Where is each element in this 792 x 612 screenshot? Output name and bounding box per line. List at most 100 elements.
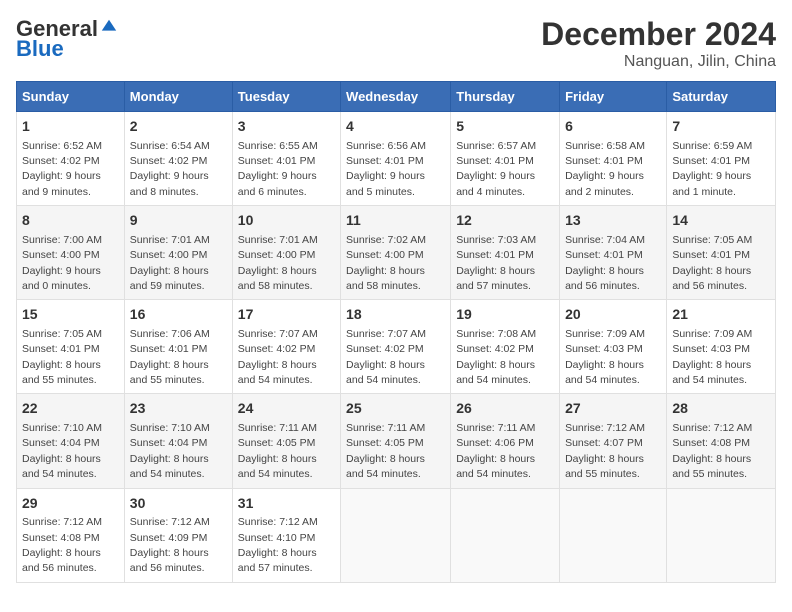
- day-number: 6: [565, 117, 661, 137]
- day-info: Sunrise: 6:55 AMSunset: 4:01 PMDaylight:…: [238, 140, 318, 198]
- calendar-cell: [560, 488, 667, 582]
- calendar-cell: 13 Sunrise: 7:04 AMSunset: 4:01 PMDaylig…: [560, 206, 667, 300]
- day-number: 4: [346, 117, 445, 137]
- day-info: Sunrise: 7:12 AMSunset: 4:10 PMDaylight:…: [238, 516, 318, 574]
- day-info: Sunrise: 7:09 AMSunset: 4:03 PMDaylight:…: [672, 328, 752, 386]
- day-number: 11: [346, 211, 445, 231]
- day-info: Sunrise: 6:52 AMSunset: 4:02 PMDaylight:…: [22, 140, 102, 198]
- day-number: 27: [565, 399, 661, 419]
- calendar-week-row: 29 Sunrise: 7:12 AMSunset: 4:08 PMDaylig…: [17, 488, 776, 582]
- day-info: Sunrise: 6:54 AMSunset: 4:02 PMDaylight:…: [130, 140, 210, 198]
- logo: General Blue: [16, 16, 118, 62]
- calendar-cell: 27 Sunrise: 7:12 AMSunset: 4:07 PMDaylig…: [560, 394, 667, 488]
- day-header-wednesday: Wednesday: [341, 82, 451, 112]
- page-header: General Blue December 2024 Nanguan, Jili…: [16, 16, 776, 71]
- day-number: 2: [130, 117, 227, 137]
- day-number: 12: [456, 211, 554, 231]
- calendar-cell: 26 Sunrise: 7:11 AMSunset: 4:06 PMDaylig…: [451, 394, 560, 488]
- day-number: 24: [238, 399, 335, 419]
- calendar-cell: 16 Sunrise: 7:06 AMSunset: 4:01 PMDaylig…: [124, 300, 232, 394]
- day-info: Sunrise: 7:07 AMSunset: 4:02 PMDaylight:…: [346, 328, 426, 386]
- day-number: 9: [130, 211, 227, 231]
- day-info: Sunrise: 7:12 AMSunset: 4:07 PMDaylight:…: [565, 422, 645, 480]
- day-header-tuesday: Tuesday: [232, 82, 340, 112]
- calendar-cell: 2 Sunrise: 6:54 AMSunset: 4:02 PMDayligh…: [124, 112, 232, 206]
- month-title: December 2024: [541, 16, 776, 53]
- day-header-thursday: Thursday: [451, 82, 560, 112]
- day-number: 18: [346, 305, 445, 325]
- day-info: Sunrise: 7:01 AMSunset: 4:00 PMDaylight:…: [130, 234, 210, 292]
- day-info: Sunrise: 7:12 AMSunset: 4:08 PMDaylight:…: [22, 516, 102, 574]
- calendar-table: SundayMondayTuesdayWednesdayThursdayFrid…: [16, 81, 776, 583]
- day-info: Sunrise: 7:03 AMSunset: 4:01 PMDaylight:…: [456, 234, 536, 292]
- day-number: 19: [456, 305, 554, 325]
- day-header-friday: Friday: [560, 82, 667, 112]
- calendar-cell: 30 Sunrise: 7:12 AMSunset: 4:09 PMDaylig…: [124, 488, 232, 582]
- day-number: 28: [672, 399, 770, 419]
- day-info: Sunrise: 7:01 AMSunset: 4:00 PMDaylight:…: [238, 234, 318, 292]
- calendar-cell: 4 Sunrise: 6:56 AMSunset: 4:01 PMDayligh…: [341, 112, 451, 206]
- day-number: 8: [22, 211, 119, 231]
- day-number: 10: [238, 211, 335, 231]
- location-text: Nanguan, Jilin, China: [541, 53, 776, 71]
- calendar-header-row: SundayMondayTuesdayWednesdayThursdayFrid…: [17, 82, 776, 112]
- calendar-cell: 28 Sunrise: 7:12 AMSunset: 4:08 PMDaylig…: [667, 394, 776, 488]
- day-info: Sunrise: 7:11 AMSunset: 4:06 PMDaylight:…: [456, 422, 535, 480]
- day-info: Sunrise: 7:10 AMSunset: 4:04 PMDaylight:…: [130, 422, 210, 480]
- day-info: Sunrise: 7:08 AMSunset: 4:02 PMDaylight:…: [456, 328, 536, 386]
- calendar-cell: 22 Sunrise: 7:10 AMSunset: 4:04 PMDaylig…: [17, 394, 125, 488]
- day-number: 22: [22, 399, 119, 419]
- calendar-cell: 18 Sunrise: 7:07 AMSunset: 4:02 PMDaylig…: [341, 300, 451, 394]
- day-number: 20: [565, 305, 661, 325]
- calendar-cell: 31 Sunrise: 7:12 AMSunset: 4:10 PMDaylig…: [232, 488, 340, 582]
- day-header-saturday: Saturday: [667, 82, 776, 112]
- calendar-cell: 11 Sunrise: 7:02 AMSunset: 4:00 PMDaylig…: [341, 206, 451, 300]
- calendar-week-row: 8 Sunrise: 7:00 AMSunset: 4:00 PMDayligh…: [17, 206, 776, 300]
- calendar-cell: 23 Sunrise: 7:10 AMSunset: 4:04 PMDaylig…: [124, 394, 232, 488]
- calendar-cell: 25 Sunrise: 7:11 AMSunset: 4:05 PMDaylig…: [341, 394, 451, 488]
- calendar-cell: [341, 488, 451, 582]
- day-info: Sunrise: 7:12 AMSunset: 4:09 PMDaylight:…: [130, 516, 210, 574]
- calendar-cell: 24 Sunrise: 7:11 AMSunset: 4:05 PMDaylig…: [232, 394, 340, 488]
- calendar-week-row: 1 Sunrise: 6:52 AMSunset: 4:02 PMDayligh…: [17, 112, 776, 206]
- day-number: 7: [672, 117, 770, 137]
- calendar-cell: [451, 488, 560, 582]
- logo-blue-text: Blue: [16, 36, 64, 62]
- day-info: Sunrise: 7:04 AMSunset: 4:01 PMDaylight:…: [565, 234, 645, 292]
- day-info: Sunrise: 6:56 AMSunset: 4:01 PMDaylight:…: [346, 140, 426, 198]
- day-info: Sunrise: 7:06 AMSunset: 4:01 PMDaylight:…: [130, 328, 210, 386]
- calendar-cell: 12 Sunrise: 7:03 AMSunset: 4:01 PMDaylig…: [451, 206, 560, 300]
- day-number: 5: [456, 117, 554, 137]
- day-number: 26: [456, 399, 554, 419]
- calendar-cell: 8 Sunrise: 7:00 AMSunset: 4:00 PMDayligh…: [17, 206, 125, 300]
- day-info: Sunrise: 6:57 AMSunset: 4:01 PMDaylight:…: [456, 140, 536, 198]
- day-info: Sunrise: 7:12 AMSunset: 4:08 PMDaylight:…: [672, 422, 752, 480]
- calendar-cell: 20 Sunrise: 7:09 AMSunset: 4:03 PMDaylig…: [560, 300, 667, 394]
- calendar-cell: 21 Sunrise: 7:09 AMSunset: 4:03 PMDaylig…: [667, 300, 776, 394]
- day-number: 16: [130, 305, 227, 325]
- day-info: Sunrise: 7:10 AMSunset: 4:04 PMDaylight:…: [22, 422, 102, 480]
- day-number: 3: [238, 117, 335, 137]
- day-number: 13: [565, 211, 661, 231]
- day-info: Sunrise: 7:11 AMSunset: 4:05 PMDaylight:…: [238, 422, 317, 480]
- calendar-cell: 15 Sunrise: 7:05 AMSunset: 4:01 PMDaylig…: [17, 300, 125, 394]
- day-number: 14: [672, 211, 770, 231]
- calendar-cell: 10 Sunrise: 7:01 AMSunset: 4:00 PMDaylig…: [232, 206, 340, 300]
- day-number: 21: [672, 305, 770, 325]
- day-number: 30: [130, 494, 227, 514]
- day-header-sunday: Sunday: [17, 82, 125, 112]
- calendar-cell: [667, 488, 776, 582]
- calendar-week-row: 15 Sunrise: 7:05 AMSunset: 4:01 PMDaylig…: [17, 300, 776, 394]
- title-block: December 2024 Nanguan, Jilin, China: [541, 16, 776, 71]
- day-number: 25: [346, 399, 445, 419]
- calendar-cell: 17 Sunrise: 7:07 AMSunset: 4:02 PMDaylig…: [232, 300, 340, 394]
- calendar-cell: 3 Sunrise: 6:55 AMSunset: 4:01 PMDayligh…: [232, 112, 340, 206]
- day-number: 31: [238, 494, 335, 514]
- calendar-cell: 6 Sunrise: 6:58 AMSunset: 4:01 PMDayligh…: [560, 112, 667, 206]
- calendar-cell: 5 Sunrise: 6:57 AMSunset: 4:01 PMDayligh…: [451, 112, 560, 206]
- calendar-cell: 1 Sunrise: 6:52 AMSunset: 4:02 PMDayligh…: [17, 112, 125, 206]
- logo-icon: [100, 18, 118, 36]
- day-number: 29: [22, 494, 119, 514]
- calendar-cell: 14 Sunrise: 7:05 AMSunset: 4:01 PMDaylig…: [667, 206, 776, 300]
- day-info: Sunrise: 7:11 AMSunset: 4:05 PMDaylight:…: [346, 422, 425, 480]
